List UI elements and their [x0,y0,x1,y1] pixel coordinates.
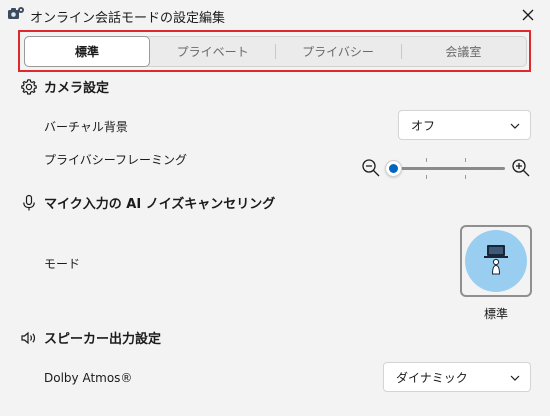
gear-icon [20,78,38,96]
slider-tick [426,158,427,162]
close-icon [522,6,534,25]
privacy-framing-slider-group [359,156,533,180]
virtual-background-value: オフ [411,118,436,133]
dolby-atmos-value: ダイナミック [396,370,468,385]
tab-meeting-room[interactable]: 会議室 [400,37,526,66]
window-title: オンライン会話モードの設定編集 [30,11,226,26]
person-at-laptop-icon [483,243,509,279]
tab-private[interactable]: プライベート [150,37,275,66]
zoom-in-icon[interactable] [511,158,531,178]
mode-standard-circle [465,230,527,292]
title-bar: オンライン会話モードの設定編集 [0,0,550,30]
dolby-atmos-dropdown[interactable]: ダイナミック [383,362,531,392]
chevron-down-icon [510,118,520,132]
tab-standard[interactable]: 標準 [24,36,150,67]
speaker-output-header: スピーカー出力設定 [20,328,161,347]
dolby-atmos-label: Dolby Atmos® [44,371,133,385]
privacy-framing-label: プライバシーフレーミング [44,153,188,167]
mode-label: モード [44,257,81,271]
close-button[interactable] [516,4,540,26]
slider-tick [426,175,427,179]
speaker-output-title: スピーカー出力設定 [44,332,162,347]
virtual-background-label: バーチャル背景 [44,120,128,134]
camera-settings-header: カメラ設定 [20,77,109,96]
speaker-icon [20,329,38,347]
privacy-framing-slider[interactable] [385,158,505,179]
mode-standard-card[interactable] [460,225,532,297]
microphone-icon [20,194,38,212]
tab-privacy[interactable]: プライバシー [275,37,400,66]
virtual-background-dropdown[interactable]: オフ [398,110,531,140]
mic-noise-cancel-title: マイク入力の AI ノイズキャンセリング [44,197,276,212]
slider-tick [465,158,466,162]
tab-bar: 標準 プライベート プライバシー 会議室 [24,36,527,67]
chevron-down-icon [510,370,520,384]
mode-standard-caption: 標準 [483,307,508,321]
camera-settings-icon [7,6,25,22]
zoom-out-icon[interactable] [361,158,381,178]
slider-thumb[interactable] [385,160,402,177]
mic-noise-cancel-header: マイク入力の AI ノイズキャンセリング [20,193,275,212]
camera-settings-title: カメラ設定 [44,81,110,96]
slider-tick [465,175,466,179]
